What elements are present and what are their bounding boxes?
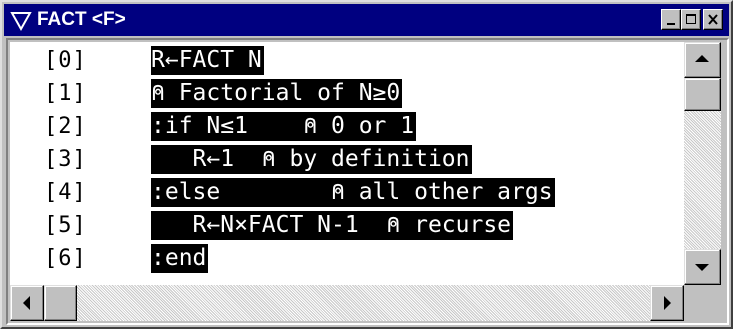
client-area: [0] R←FACT N [1] ⍝ Factorial of N≥0 [2] :if N… [6,38,729,325]
code-line[interactable]: [1] ⍝ Factorial of N≥0 [10,79,684,108]
close-button[interactable] [703,9,723,30]
minimize-icon [667,23,675,25]
title-bar[interactable]: FACT <F> [4,4,729,36]
line-number: [3] [44,147,87,172]
line-number: [0] [44,48,87,73]
code-text[interactable]: :if N≤1 ⍝ 0 or 1 [151,112,417,141]
code-text[interactable]: R←FACT N [151,46,264,75]
scroll-right-button[interactable] [650,285,684,321]
code-line[interactable]: [5] R←N×FACT N-1 ⍝ recurse [10,211,684,240]
code-line[interactable]: [0] R←FACT N [10,46,684,75]
code-text[interactable]: R←N×FACT N-1 ⍝ recurse [151,211,514,240]
line-number: [1] [44,81,87,106]
maximize-icon [686,14,696,24]
code-line[interactable]: [3] R←1 ⍝ by definition [10,145,684,174]
code-line[interactable]: [2] :if N≤1 ⍝ 0 or 1 [10,112,684,141]
code-text[interactable]: ⍝ Factorial of N≥0 [151,79,403,108]
code-editor[interactable]: [0] R←FACT N [1] ⍝ Factorial of N≥0 [2] :if N… [10,42,684,285]
code-text[interactable]: :end [151,244,209,273]
close-icon [708,14,718,25]
vertical-scrollbar[interactable] [684,42,721,285]
line-number: [2] [44,114,87,139]
dropdown-triangle-icon[interactable] [10,8,32,32]
window-title: FACT <F> [37,9,126,30]
minimize-button[interactable] [661,9,681,30]
arrow-right-icon [664,296,671,310]
line-number: [6] [44,246,87,271]
size-grip [684,285,721,321]
vertical-scroll-thumb[interactable] [684,78,721,111]
code-text[interactable]: :else ⍝ all other args [151,178,555,207]
line-number: [5] [44,213,87,238]
scroll-left-button[interactable] [10,285,44,321]
arrow-left-icon [23,296,30,310]
horizontal-scrollbar[interactable] [10,285,684,321]
line-number: [4] [44,180,87,205]
arrow-up-icon [695,55,709,62]
code-text[interactable]: R←1 ⍝ by definition [151,145,472,174]
code-line[interactable]: [6] :end [10,244,684,273]
maximize-button[interactable] [681,9,701,30]
editor-window: FACT <F> [0] R←FACT N [1] ⍝ Factorial of N≥… [0,0,733,329]
code-line[interactable]: [4] :else ⍝ all other args [10,178,684,207]
arrow-down-icon [695,264,709,271]
scroll-down-button[interactable] [684,249,721,285]
horizontal-scroll-thumb[interactable] [44,285,77,321]
scroll-up-button[interactable] [684,42,721,78]
